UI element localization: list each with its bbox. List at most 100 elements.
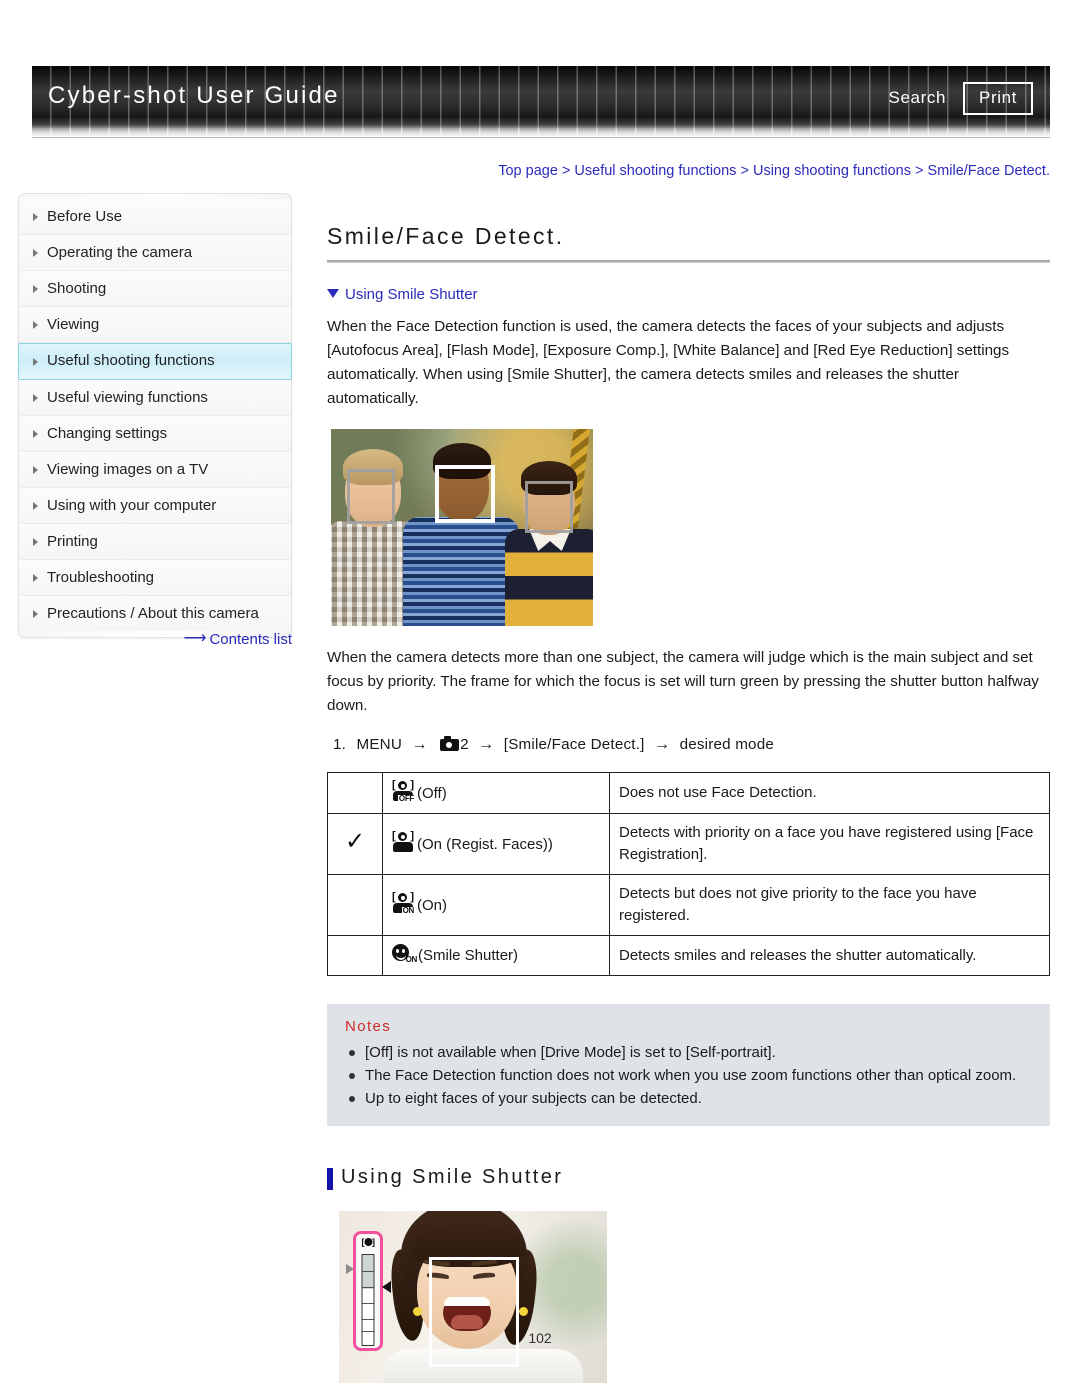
boy-center-torso [403,517,519,626]
step-number: 1. [333,736,347,753]
girl-earring-right [519,1307,528,1316]
sidebar-item-label: Viewing [47,316,100,333]
sidebar-item-label: Before Use [47,208,123,225]
girl-earring-left [413,1307,422,1316]
menu-item-label: [Smile/Face Detect.] [503,736,645,753]
face-detection-frame-main [429,1257,519,1367]
mode-label: (On) [417,897,447,914]
mode-cell: [] OFF (Off) [382,772,610,814]
arrow-right-icon: ⟶ [183,630,207,647]
arrow-right-icon: → [411,736,428,753]
sidebar-item-label: Troubleshooting [47,569,155,586]
header-bar: Cyber-shot User Guide Search Print [32,66,1050,128]
jump-link-label: Using Smile Shutter [345,286,478,303]
face-detect-registered-icon: [] [392,831,414,853]
breadcrumb-item-3: Smile/Face Detect. [927,163,1051,179]
breadcrumb-item-1[interactable]: Useful shooting functions [574,163,736,179]
sidebar-item-viewing-images-on-a-tv[interactable]: Viewing images on a TV [19,452,291,488]
app-title: Cyber-shot User Guide [48,82,340,109]
chevron-right-icon [33,465,38,474]
sidebar-item-label: Shooting [47,280,107,297]
smile-meter-icon: [] [361,1237,376,1247]
mode-label: (Off) [417,785,447,802]
site-header: Cyber-shot User Guide Search Print [32,66,1050,138]
print-button[interactable]: Print [963,82,1033,115]
page-number: 102 [528,1330,552,1346]
description-cell: Detects with priority on a face you have… [609,813,1050,875]
camera-mode-icon [440,736,460,751]
section-heading-using-smile-shutter: Using Smile Shutter [327,1166,1050,1190]
notes-list: [Off] is not available when [Drive Mode]… [345,1041,1032,1110]
sidebar-item-using-with-your-computer[interactable]: Using with your computer [19,488,291,524]
chevron-right-icon [33,537,38,546]
face-detection-frame-main [435,465,495,523]
list-item: [Off] is not available when [Drive Mode]… [345,1041,1032,1064]
sidebar-item-label: Viewing images on a TV [47,461,209,478]
breadcrumb-item-0[interactable]: Top page [498,163,558,179]
sidebar-item-operating-the-camera[interactable]: Operating the camera [19,235,291,271]
sidebar-item-precautions-about-this-camera[interactable]: Precautions / About this camera [19,596,291,631]
mode-cell: ON (Smile Shutter) [382,935,610,976]
face-detect-off-icon: [] OFF [392,779,415,803]
chevron-right-icon [33,573,38,582]
mode-label: (Smile Shutter) [418,947,519,964]
face-detection-example-photo [331,429,593,626]
sidebar-item-label: Operating the camera [47,244,193,261]
face-detect-on-icon: [] ON [392,891,415,915]
search-button[interactable]: Search [889,88,946,108]
selected-marker-cell [327,874,383,936]
mode-cell: [] (On (Regist. Faces)) [382,813,610,875]
sidebar-item-useful-viewing-functions[interactable]: Useful viewing functions [19,380,291,416]
notes-title: Notes [345,1018,392,1035]
main-content: Smile/Face Detect. Using Smile Shutter W… [327,215,1050,1383]
menu-label: MENU [356,736,403,753]
chevron-right-icon [33,357,38,366]
chevron-right-icon [33,320,38,329]
arrow-right-icon: → [653,736,671,753]
sidebar-item-printing[interactable]: Printing [19,524,291,560]
selected-marker-cell [327,772,383,814]
breadcrumb: Top page > Useful shooting functions > U… [0,163,1050,179]
breadcrumb-separator: > [561,163,571,179]
smile-meter-level-marker [346,1264,354,1274]
table-row: ON (Smile Shutter) Detects smiles and re… [327,935,1050,976]
sidebar-item-label: Using with your computer [47,497,217,514]
jump-link-using-smile-shutter[interactable]: Using Smile Shutter [327,286,1050,303]
breadcrumb-item-2[interactable]: Using shooting functions [753,163,911,179]
sidebar-item-before-use[interactable]: Before Use [19,199,291,235]
mode-cell: [] ON (On) [382,874,610,936]
triangle-down-icon [327,289,339,298]
smile-meter-pointer [382,1281,391,1293]
checkmark-icon: ✓ [344,828,366,855]
sidebar-item-useful-shooting-functions[interactable]: Useful shooting functions [18,343,292,380]
selected-marker-cell: ✓ [327,813,383,875]
chevron-right-icon [33,501,38,510]
face-detection-frame-secondary [347,469,395,524]
chevron-right-icon [33,429,38,438]
list-item: The Face Detection function does not wor… [345,1064,1032,1087]
sidebar-item-label: Printing [47,533,98,550]
menu-step-instruction: 1. MENU → 2 → [Smile/Face Detect.] → des… [333,732,1050,758]
sidebar-item-shooting[interactable]: Shooting [19,271,291,307]
list-item: Up to eight faces of your subjects can b… [345,1087,1032,1110]
face-detection-frame-secondary [525,481,573,533]
sidebar-item-changing-settings[interactable]: Changing settings [19,416,291,452]
smile-meter-fill [362,1255,374,1289]
sidebar-item-label: Changing settings [47,425,168,442]
chevron-right-icon [33,393,38,402]
selected-marker-cell [327,935,383,976]
contents-list-link[interactable]: ⟶ Contents list [18,628,292,648]
sidebar-item-viewing[interactable]: Viewing [19,307,291,343]
smile-shutter-example-photo: [] [339,1211,607,1383]
intro-paragraph: When the Face Detection function is used… [327,318,1010,407]
chevron-right-icon [33,248,38,257]
sidebar-item-troubleshooting[interactable]: Troubleshooting [19,560,291,596]
breadcrumb-separator: > [915,163,924,179]
chevron-right-icon [33,212,38,221]
description-cell: Detects but does not give priority to th… [609,874,1050,936]
page-title: Smile/Face Detect. [327,223,565,249]
mode-number: 2 [460,736,469,753]
sidebar-item-label: Useful shooting functions [47,352,215,369]
description-cell: Does not use Face Detection. [609,772,1050,814]
description-cell: Detects smiles and releases the shutter … [609,935,1050,976]
